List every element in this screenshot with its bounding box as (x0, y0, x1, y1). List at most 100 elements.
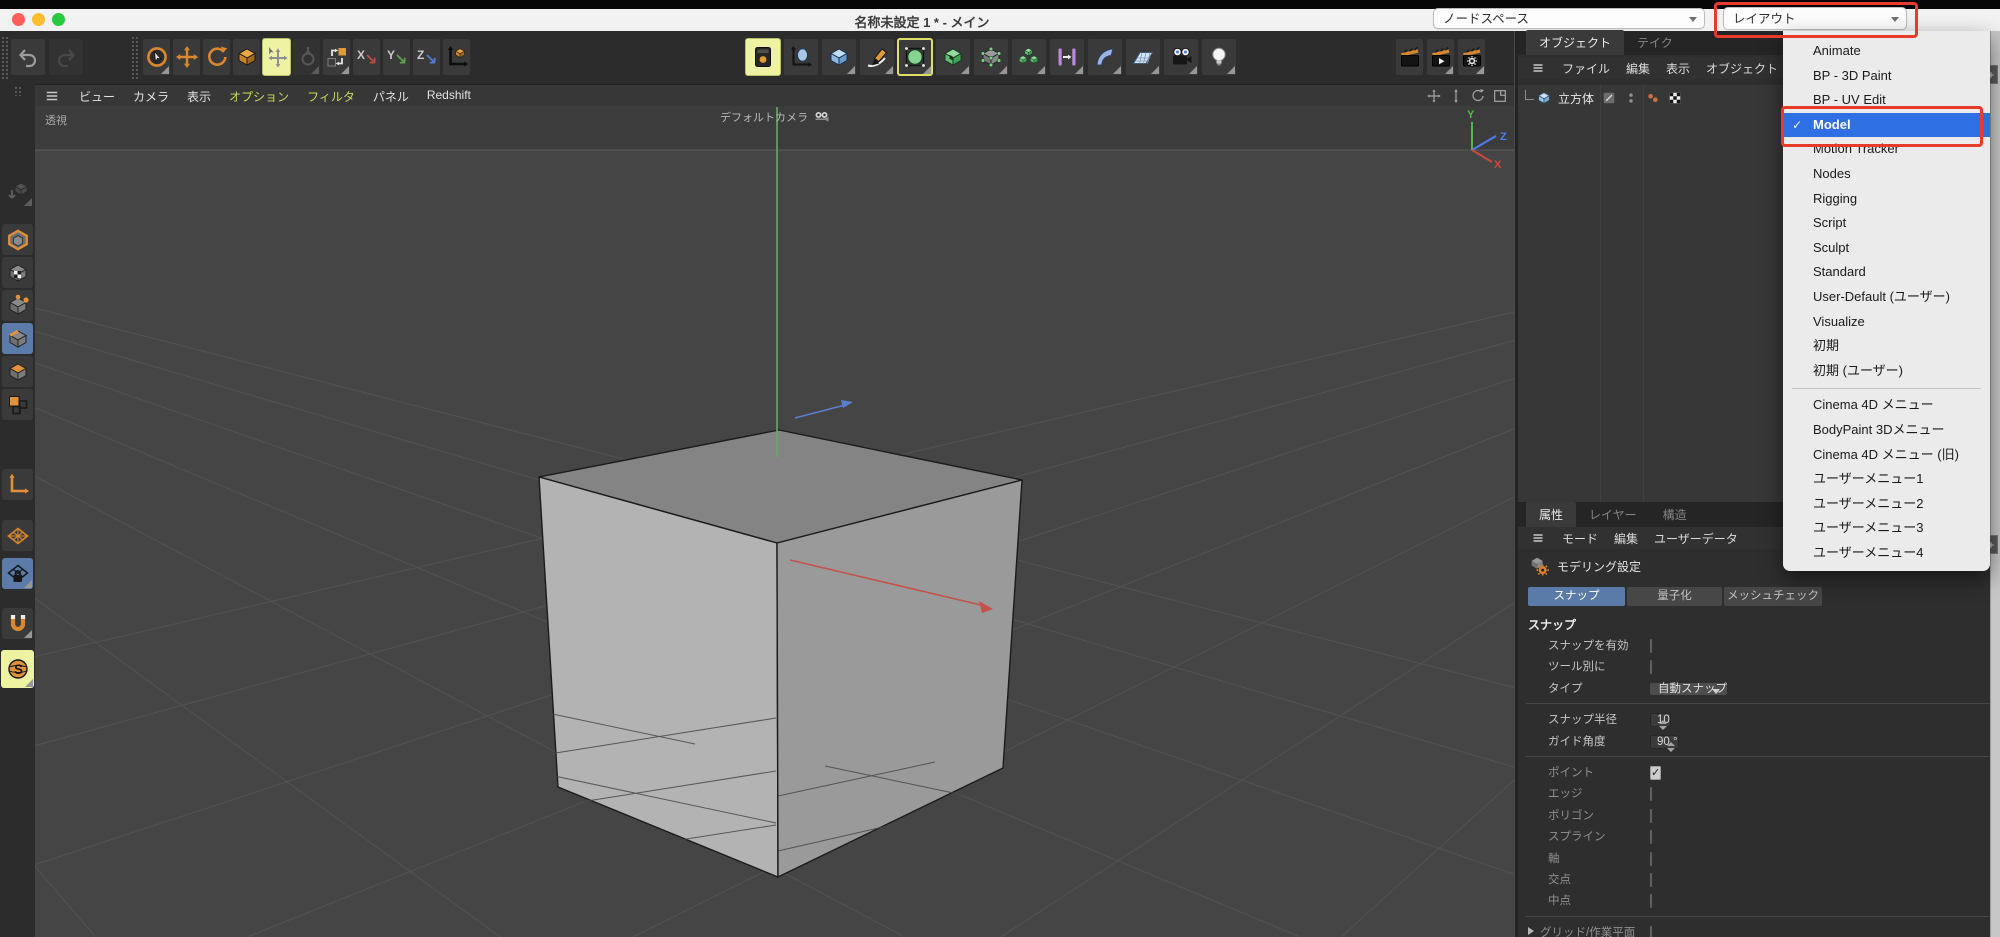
グリッド/作業平面-checkbox[interactable] (1650, 926, 1652, 937)
light-button[interactable] (1201, 38, 1237, 76)
layout-menu-item-animate[interactable]: Animate (1783, 39, 1990, 64)
spline-axis-button[interactable] (783, 38, 819, 76)
world-axis-button[interactable] (442, 38, 471, 76)
palette-grip[interactable] (14, 86, 22, 96)
subtab-1[interactable]: スナップ (1528, 587, 1625, 606)
object-manager-menu-3[interactable]: 表示 (1666, 60, 1690, 77)
nodespace-dropdown[interactable]: ノードスペース (1433, 8, 1705, 29)
object-manager-menu-4[interactable]: オブジェクト (1706, 60, 1778, 77)
交点-checkbox[interactable] (1650, 873, 1652, 887)
camera-button[interactable] (1163, 38, 1199, 76)
zoom-window-button[interactable] (52, 13, 65, 26)
viewport-menu-2[interactable]: カメラ (133, 88, 169, 105)
window-right-scrollbar[interactable] (1990, 31, 2000, 937)
layout-menu-item-nodes[interactable]: Nodes (1783, 162, 1990, 187)
object-manager-tab-2[interactable]: テイク (1624, 30, 1686, 55)
axis-gizmo[interactable]: Y Z X (1448, 106, 1518, 170)
scale-button[interactable] (232, 38, 261, 76)
lock-x-button[interactable]: X (352, 38, 381, 76)
layout-menu-item--[interactable]: 初期 (1783, 334, 1990, 359)
viewport-canvas[interactable] (35, 106, 1514, 937)
ガイド角度-field[interactable]: 90 ° (1650, 735, 1679, 749)
layout-menu-item-cinema-4d-[interactable]: Cinema 4D メニュー (旧) (1783, 443, 1990, 468)
layout-menu-item-cinema-4d-[interactable]: Cinema 4D メニュー (1783, 393, 1990, 418)
rotate-button[interactable] (202, 38, 231, 76)
スプライン-checkbox[interactable] (1650, 830, 1652, 844)
workplane-mode-button[interactable] (2, 520, 33, 551)
layout-menu-item-model[interactable]: ✓Model (1783, 113, 1990, 138)
edge-mode-button[interactable] (2, 323, 33, 354)
viewport-menu-5[interactable]: フィルタ (307, 88, 355, 105)
render-active-view-button[interactable] (1395, 38, 1424, 76)
viewport-menu-1[interactable]: ビュー (79, 88, 115, 105)
layout-menu-item-bp-uv-edit[interactable]: BP - UV Edit (1783, 88, 1990, 113)
ポリゴン-checkbox[interactable] (1650, 809, 1652, 823)
object-manager-tab-1[interactable]: オブジェクト (1526, 30, 1624, 55)
extrude-button[interactable] (935, 38, 971, 76)
array-button[interactable] (1011, 38, 1047, 76)
attribute-manager-tab-3[interactable]: 構造 (1650, 502, 1700, 527)
ツール別に-checkbox[interactable] (1650, 660, 1652, 674)
layout-menu-item-script[interactable]: Script (1783, 211, 1990, 236)
layout-menu-item-motion-tracker[interactable]: Motion Tracker (1783, 137, 1990, 162)
camera-label[interactable]: デフォルトカメラ (720, 109, 830, 125)
floor-button[interactable] (1125, 38, 1161, 76)
layout-menu-item--3[interactable]: ユーザーメニュー3 (1783, 516, 1990, 541)
viewport-menu-3[interactable]: 表示 (187, 88, 211, 105)
hamburger-menu-icon[interactable] (43, 89, 61, 103)
coordinate-system-button[interactable] (322, 38, 351, 76)
hamburger-menu-icon[interactable] (1530, 62, 1546, 74)
live-selection-button[interactable] (142, 38, 171, 76)
layout-menu-item-bp-3d-paint[interactable]: BP - 3D Paint (1783, 64, 1990, 89)
undo-button[interactable] (10, 38, 46, 76)
primitive-cube-button[interactable] (821, 38, 857, 76)
subtab-2[interactable]: 量子化 (1627, 587, 1722, 606)
object-manager-menu-2[interactable]: 編集 (1626, 60, 1650, 77)
attribute-manager-menu-3[interactable]: ユーザーデータ (1654, 530, 1738, 547)
enable-dots[interactable] (1646, 91, 1660, 105)
tweak-move-button[interactable] (262, 38, 291, 76)
spline-pen-button[interactable] (859, 38, 895, 76)
viewport-perspective[interactable]: 透視 デフォルトカメラ Y Z X (35, 106, 1514, 937)
snap-type-select[interactable]: 自動スナップ (1650, 683, 1727, 695)
display-filter[interactable] (1668, 91, 1682, 105)
lock-y-button[interactable]: Y (382, 38, 411, 76)
viewport-menu-4[interactable]: オプション (229, 88, 289, 105)
ポイント-checkbox[interactable]: ✓ (1650, 766, 1661, 780)
render-settings-button[interactable] (1457, 38, 1486, 76)
layout-menu-item-sculpt[interactable]: Sculpt (1783, 236, 1990, 261)
lock-z-button[interactable]: Z (412, 38, 441, 76)
snap-settings-button[interactable]: S (1, 650, 34, 688)
render-picture-viewer-button[interactable] (1426, 38, 1455, 76)
move-button[interactable] (172, 38, 201, 76)
layout-menu-item-rigging[interactable]: Rigging (1783, 187, 1990, 212)
edit-toggle[interactable] (1602, 91, 1616, 105)
layout-menu-item-visualize[interactable]: Visualize (1783, 310, 1990, 335)
attribute-manager-menu-1[interactable]: モード (1562, 530, 1598, 547)
attribute-manager-tab-1[interactable]: 属性 (1526, 502, 1576, 527)
polygon-mode-button[interactable] (2, 356, 33, 387)
軸-checkbox[interactable] (1650, 852, 1652, 866)
layout-menu-item--2[interactable]: ユーザーメニュー2 (1783, 492, 1990, 517)
close-window-button[interactable] (12, 13, 25, 26)
スナップを有効-checkbox[interactable] (1650, 639, 1652, 653)
redo-button[interactable] (48, 38, 84, 76)
tweak-rotate-button[interactable] (292, 38, 321, 76)
attribute-manager-menu-2[interactable]: 編集 (1614, 530, 1638, 547)
snap-toggle-button[interactable] (2, 608, 33, 639)
axis-mode-button[interactable] (2, 469, 33, 500)
subdivision-surface-button[interactable] (897, 38, 933, 76)
minimize-window-button[interactable] (32, 13, 45, 26)
subtab-3[interactable]: メッシュチェック (1724, 587, 1822, 606)
中点-checkbox[interactable] (1650, 894, 1652, 908)
toolbar-grip[interactable] (131, 36, 138, 80)
render-view-button[interactable] (745, 38, 781, 76)
lattice-button[interactable] (973, 38, 1009, 76)
expander-chevron-icon[interactable] (1528, 927, 1538, 935)
texture-mode-button[interactable] (2, 257, 33, 288)
object-name[interactable]: 立方体 (1558, 90, 1594, 107)
hamburger-menu-icon[interactable] (1530, 532, 1546, 544)
エッジ-checkbox[interactable] (1650, 787, 1652, 801)
layout-menu-item--[interactable]: 初期 (ユーザー) (1783, 359, 1990, 384)
layout-dropdown[interactable]: レイアウト (1723, 7, 1907, 30)
